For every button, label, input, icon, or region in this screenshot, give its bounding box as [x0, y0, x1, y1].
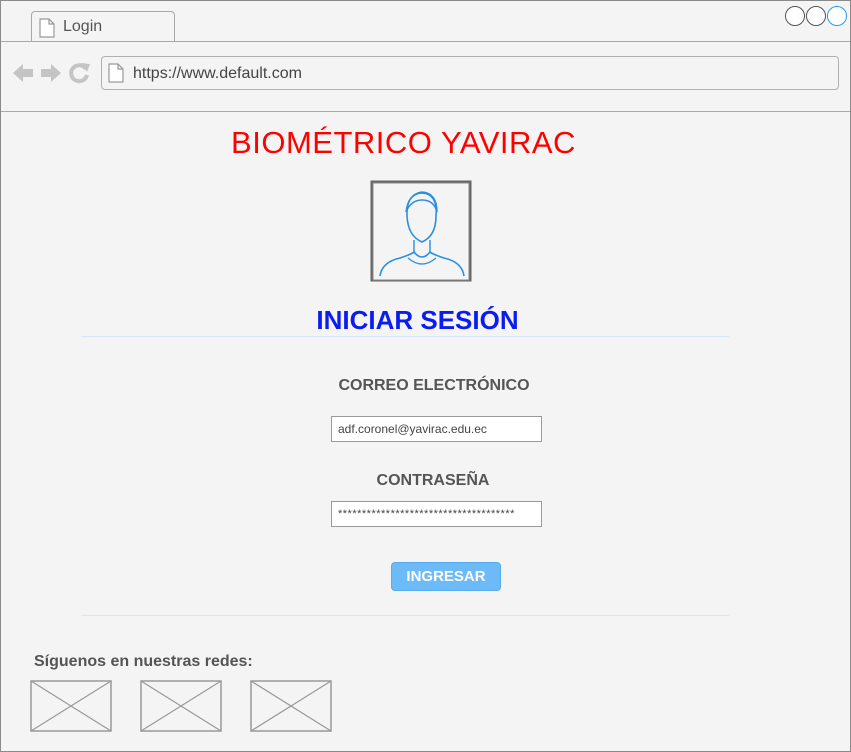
- divider-bottom: [81, 615, 729, 616]
- email-label: CORREO ELECTRÓNICO: [338, 377, 530, 394]
- address-bar[interactable]: https://www.default.com: [101, 56, 839, 90]
- page-icon: [108, 63, 124, 88]
- tab-bar-divider: [1, 41, 850, 42]
- email-field[interactable]: [331, 416, 542, 442]
- page-icon: [39, 18, 55, 43]
- social-image-placeholder[interactable]: [30, 680, 112, 732]
- divider-top: [81, 336, 729, 337]
- minimize-button[interactable]: [785, 6, 805, 26]
- reload-icon[interactable]: [67, 61, 91, 90]
- window-controls: [785, 6, 847, 26]
- login-button[interactable]: INGRESAR: [391, 562, 501, 591]
- page-title: BIOMÉTRICO YAVIRAC: [231, 125, 576, 160]
- password-field[interactable]: [331, 501, 542, 527]
- login-heading: INICIAR SESIÓN: [316, 305, 519, 335]
- forward-arrow-icon[interactable]: [39, 61, 63, 90]
- close-button[interactable]: [827, 6, 847, 26]
- social-image-placeholder[interactable]: [250, 680, 332, 732]
- back-arrow-icon[interactable]: [11, 61, 35, 90]
- navigation-buttons: [11, 61, 91, 90]
- url-text[interactable]: https://www.default.com: [133, 65, 302, 83]
- browser-window: Login https://www.default.com BIOMÉTRICO…: [0, 0, 851, 752]
- social-heading: Síguenos en nuestras redes:: [34, 653, 253, 670]
- tab-title: Login: [63, 18, 103, 35]
- chrome-divider: [1, 111, 850, 112]
- maximize-button[interactable]: [806, 6, 826, 26]
- user-avatar-icon: [370, 180, 472, 282]
- browser-tab[interactable]: Login: [31, 11, 175, 41]
- password-label: CONTRASEÑA: [376, 472, 490, 489]
- social-image-placeholder[interactable]: [140, 680, 222, 732]
